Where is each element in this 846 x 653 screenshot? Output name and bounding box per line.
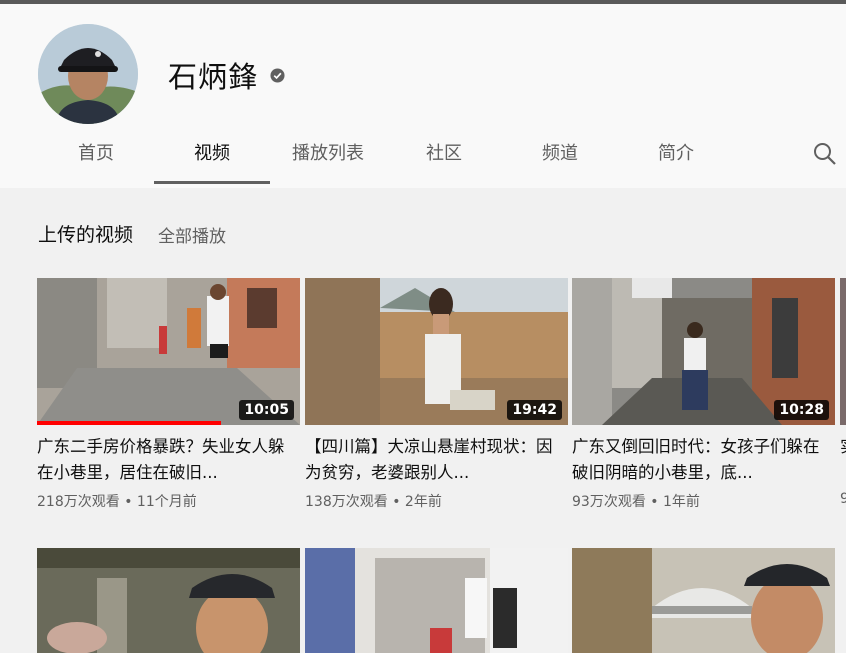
section-title: 上传的视频 [38, 224, 134, 246]
video-duration: 19:42 [507, 400, 562, 420]
upload-age: 11个月前 [136, 494, 197, 510]
video-duration: 10:05 [239, 400, 294, 420]
video-thumbnail[interactable] [305, 548, 568, 653]
video-meta: 93万次观看 • 1年前 [572, 491, 835, 511]
video-card[interactable]: 19:42 【四川篇】大凉山悬崖村现状：因为贫穷，老婆跟别人... 138万次观… [305, 278, 568, 511]
video-thumbnail[interactable] [572, 548, 835, 653]
view-count: 218万次观看 [37, 494, 120, 510]
channel-name: 石炳鋒 [168, 60, 259, 94]
tab-channels[interactable]: 频道 [502, 130, 618, 184]
play-all-button[interactable]: 全部播放 [158, 222, 226, 247]
meta-separator: • [392, 494, 401, 510]
video-title[interactable]: 实 场 [840, 434, 846, 486]
view-count: 138万次观看 [305, 494, 388, 510]
verified-check-icon [270, 68, 285, 83]
video-title[interactable]: 【四川篇】大凉山悬崖村现状：因为贫穷，老婆跟别人... [305, 434, 568, 486]
tab-playlists[interactable]: 播放列表 [270, 130, 386, 184]
tab-home[interactable]: 首页 [38, 130, 154, 184]
upload-age: 2年前 [404, 494, 442, 510]
video-card[interactable] [37, 548, 300, 653]
video-card[interactable]: 10:28 广东又倒回旧时代：女孩子们躲在破旧阴暗的小巷里，底... 93万次观… [572, 278, 835, 511]
video-meta: 218万次观看 • 11个月前 [37, 491, 300, 511]
video-card[interactable]: 实 场 9 [840, 278, 846, 507]
video-card[interactable] [305, 548, 568, 653]
video-thumbnail[interactable]: 10:05 [37, 278, 300, 425]
meta-separator: • [650, 494, 659, 510]
channel-avatar[interactable] [38, 24, 138, 124]
video-title[interactable]: 广东又倒回旧时代：女孩子们躲在破旧阴暗的小巷里，底... [572, 434, 835, 486]
watch-progress-bar [37, 421, 222, 425]
video-thumbnail[interactable]: 10:28 [572, 278, 835, 425]
video-card[interactable]: 10:05 广东二手房价格暴跌？失业女人躲在小巷里，居住在破旧... 218万次… [37, 278, 300, 511]
video-card[interactable] [572, 548, 835, 653]
tab-community[interactable]: 社区 [386, 130, 502, 184]
view-count: 9 [840, 491, 846, 507]
video-thumbnail[interactable] [37, 548, 300, 653]
tab-about[interactable]: 简介 [618, 130, 734, 184]
meta-separator: • [124, 494, 133, 510]
video-meta: 138万次观看 • 2年前 [305, 491, 568, 511]
video-duration: 10:28 [774, 400, 829, 420]
video-thumbnail[interactable] [840, 278, 846, 425]
view-count: 93万次观看 [572, 494, 646, 510]
search-icon[interactable] [811, 140, 839, 168]
video-thumbnail[interactable]: 19:42 [305, 278, 568, 425]
tab-videos[interactable]: 视频 [154, 130, 270, 184]
video-title[interactable]: 广东二手房价格暴跌？失业女人躲在小巷里，居住在破旧... [37, 434, 300, 486]
upload-age: 1年前 [663, 494, 700, 510]
